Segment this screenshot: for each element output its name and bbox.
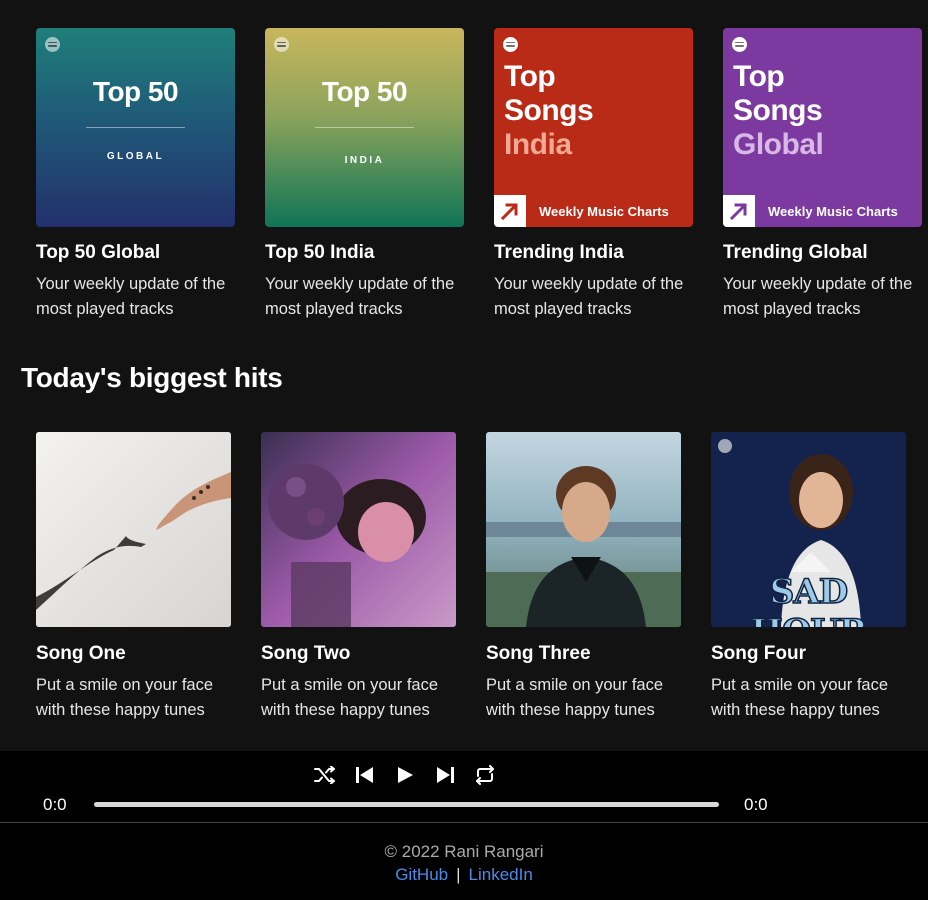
hits-row: Song One Put a smile on your face with t… bbox=[36, 432, 906, 723]
cover-title: Top Songs India bbox=[504, 60, 594, 162]
cover-title-line: Songs bbox=[733, 94, 823, 127]
spotify-logo-icon bbox=[274, 37, 289, 52]
music-player: 0:0 0:0 bbox=[0, 751, 928, 822]
next-icon[interactable] bbox=[433, 763, 457, 787]
playlist-cover[interactable]: Top Songs India Weekly Music Charts bbox=[494, 28, 693, 227]
playlist-cover[interactable]: Top 50 GLOBAL bbox=[36, 28, 235, 227]
cover-divider bbox=[86, 127, 185, 128]
song-cover[interactable] bbox=[261, 432, 456, 627]
playlist-description: Your weekly update of the most played tr… bbox=[723, 275, 913, 318]
song-cover[interactable] bbox=[486, 432, 681, 627]
playlist-cover[interactable]: Top Songs Global Weekly Music Charts bbox=[723, 28, 922, 227]
spotify-logo-icon bbox=[45, 37, 60, 52]
flowers-portrait-image bbox=[261, 432, 456, 627]
repeat-icon[interactable] bbox=[473, 763, 497, 787]
top-charts-row: Top 50 GLOBAL Top 50 Global Your weekly … bbox=[36, 28, 922, 322]
footer: © 2022 Rani Rangari GitHub | LinkedIn bbox=[0, 823, 928, 900]
song-cover[interactable] bbox=[36, 432, 231, 627]
song-title[interactable]: Song One bbox=[36, 643, 231, 665]
cover-footer-label: Weekly Music Charts bbox=[539, 203, 669, 219]
song-card-three[interactable]: Song Three Put a smile on your face with… bbox=[486, 432, 681, 723]
playlist-title[interactable]: Trending Global bbox=[723, 242, 922, 264]
playlist-description: Your weekly update of the most played tr… bbox=[36, 275, 226, 318]
spotify-logo-icon bbox=[503, 37, 518, 52]
cover-title: Top 50 bbox=[92, 76, 179, 107]
song-title[interactable]: Song Two bbox=[261, 643, 456, 665]
playlist-card-top50-india[interactable]: Top 50 INDIA Top 50 India Your weekly up… bbox=[265, 28, 464, 322]
man-portrait-image bbox=[486, 432, 681, 627]
spotify-logo-icon bbox=[732, 37, 747, 52]
current-time: 0:0 bbox=[43, 795, 67, 814]
cover-subtitle: INDIA bbox=[344, 155, 385, 166]
cover-footer: Weekly Music Charts bbox=[494, 195, 693, 227]
total-time: 0:0 bbox=[744, 795, 768, 814]
hands-image bbox=[36, 432, 231, 627]
playlist-title[interactable]: Top 50 Global bbox=[36, 242, 235, 264]
trending-arrow-icon bbox=[723, 195, 755, 227]
song-card-one[interactable]: Song One Put a smile on your face with t… bbox=[36, 432, 231, 723]
song-description: Put a smile on your face with these happ… bbox=[711, 676, 889, 719]
player-controls bbox=[313, 763, 497, 787]
footer-links: GitHub | LinkedIn bbox=[0, 865, 928, 885]
cover-title: Top Songs Global bbox=[733, 60, 824, 162]
cover-footer: Weekly Music Charts bbox=[723, 195, 922, 227]
playlist-description: Your weekly update of the most played tr… bbox=[265, 275, 455, 318]
cover-title-line: India bbox=[504, 128, 572, 161]
playlist-card-trending-global[interactable]: Top Songs Global Weekly Music Charts Tre… bbox=[723, 28, 922, 322]
previous-icon[interactable] bbox=[353, 763, 377, 787]
shuffle-icon[interactable] bbox=[313, 763, 337, 787]
playlist-card-trending-india[interactable]: Top Songs India Weekly Music Charts Tren… bbox=[494, 28, 693, 322]
playlist-title[interactable]: Trending India bbox=[494, 242, 693, 264]
trending-arrow-icon bbox=[494, 195, 526, 227]
section-heading: Today's biggest hits bbox=[21, 362, 283, 393]
link-separator: | bbox=[456, 865, 461, 884]
cover-title-line: Songs bbox=[504, 94, 594, 127]
cover-divider bbox=[315, 127, 414, 128]
song-card-two[interactable]: Song Two Put a smile on your face with t… bbox=[261, 432, 456, 723]
github-link[interactable]: GitHub bbox=[395, 865, 448, 884]
play-icon[interactable] bbox=[393, 763, 417, 787]
playlist-title[interactable]: Top 50 India bbox=[265, 242, 464, 264]
song-cover[interactable]: SAD HOUR bbox=[711, 432, 906, 627]
song-title[interactable]: Song Three bbox=[486, 643, 681, 665]
playlist-description: Your weekly update of the most played tr… bbox=[494, 275, 684, 318]
song-description: Put a smile on your face with these happ… bbox=[261, 676, 439, 719]
linkedin-link[interactable]: LinkedIn bbox=[469, 865, 533, 884]
song-card-four[interactable]: SAD HOUR Song Four Put a smile on your f… bbox=[711, 432, 906, 723]
playlist-card-top50-global[interactable]: Top 50 GLOBAL Top 50 Global Your weekly … bbox=[36, 28, 235, 322]
cover-subtitle: GLOBAL bbox=[106, 151, 165, 162]
cover-title: SAD HOUR bbox=[750, 571, 868, 627]
cover-title-line: Top bbox=[504, 60, 556, 93]
song-description: Put a smile on your face with these happ… bbox=[36, 676, 214, 719]
cover-title-line: Global bbox=[733, 128, 824, 161]
copyright-text: © 2022 Rani Rangari bbox=[384, 842, 544, 861]
cover-footer-label: Weekly Music Charts bbox=[768, 203, 898, 219]
song-description: Put a smile on your face with these happ… bbox=[486, 676, 664, 719]
progress-bar[interactable] bbox=[94, 802, 719, 807]
playlist-cover[interactable]: Top 50 INDIA bbox=[265, 28, 464, 227]
cover-title-line: Top bbox=[733, 60, 785, 93]
song-title[interactable]: Song Four bbox=[711, 643, 906, 665]
cover-title: Top 50 bbox=[321, 76, 408, 107]
